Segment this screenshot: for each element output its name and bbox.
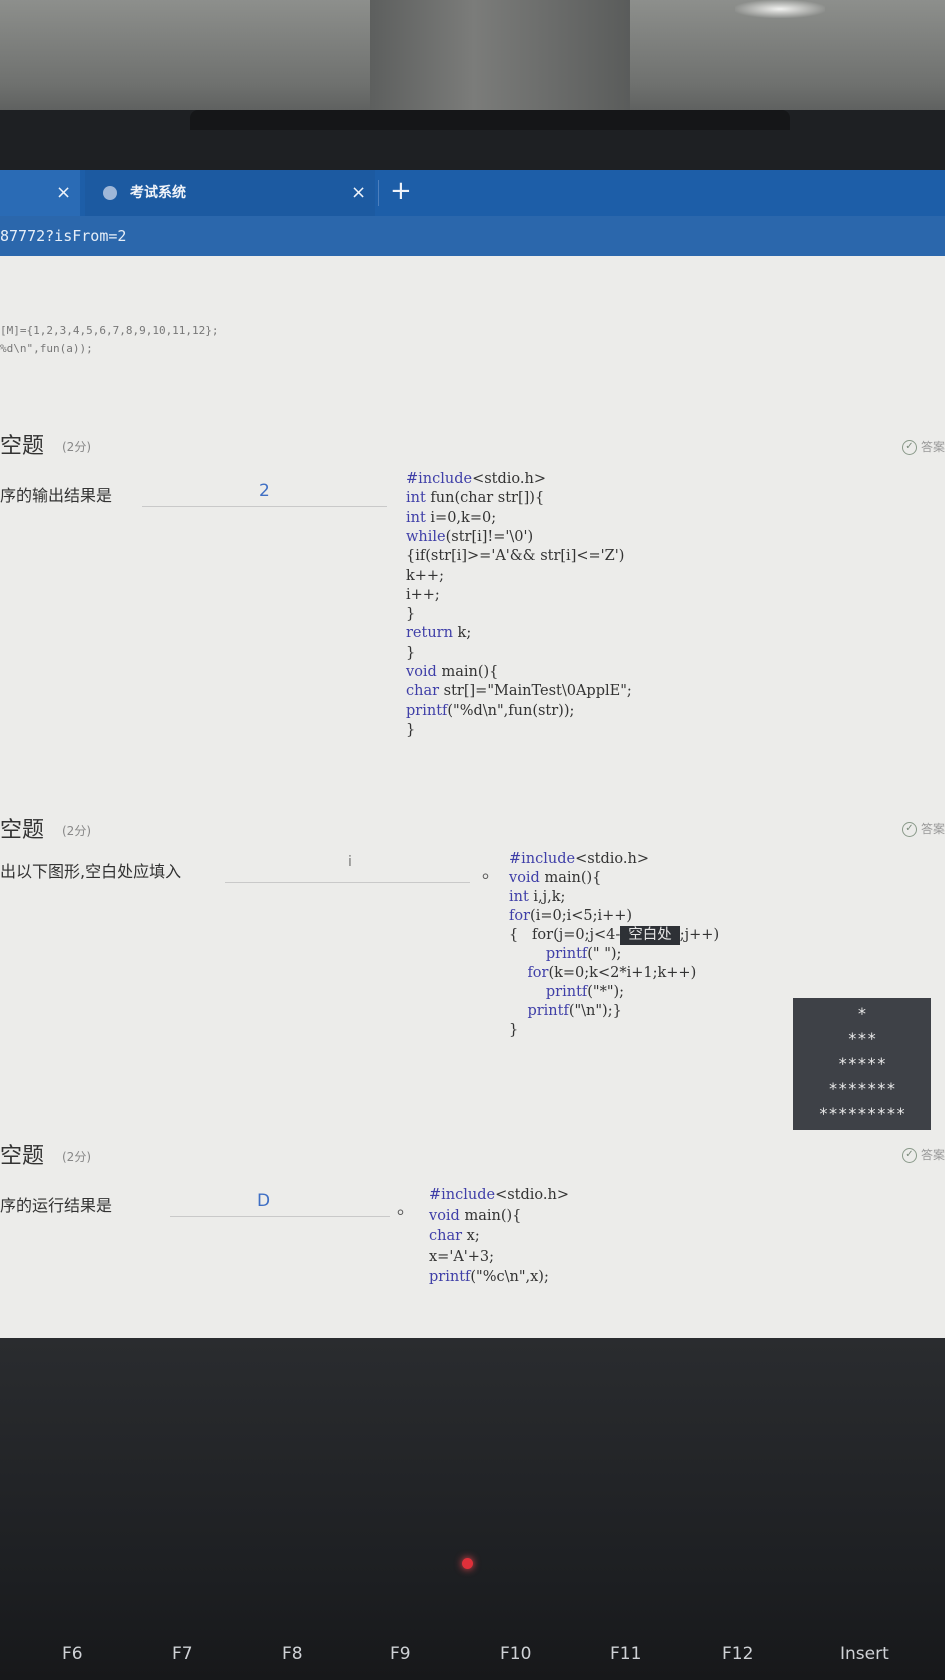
code-line: i++; <box>406 586 440 603</box>
address-bar[interactable]: 87772?isFrom=2 <box>0 216 945 256</box>
code-line: #include<stdio.h> <box>429 1187 570 1203</box>
code-line: return k; <box>406 625 472 642</box>
code-line: for(i=0;i<5;i++) <box>509 908 633 924</box>
key-f6[interactable]: F6 <box>62 1644 83 1664</box>
answer-field[interactable]: i <box>348 854 352 870</box>
code-line: #include<stdio.h> <box>509 851 650 867</box>
code-fragment-line: [M]={1,2,3,4,5,6,7,8,9,10,11,12}; <box>0 324 219 337</box>
background-pillar <box>370 0 630 120</box>
ceiling-light <box>735 0 825 18</box>
star-pattern-image: * *** ***** ******* ********* <box>793 998 931 1130</box>
tab-separator <box>378 180 379 206</box>
star-row: * <box>857 1004 867 1023</box>
camera-led <box>462 1558 473 1569</box>
period-mark: 。 <box>482 862 500 883</box>
check-circle-icon: ✓ <box>901 440 917 455</box>
code-line: char x; <box>429 1228 480 1244</box>
code-line: } <box>406 606 416 623</box>
check-circle-icon: ✓ <box>901 1148 917 1163</box>
code-line: } <box>406 644 416 661</box>
question-score: (2分) <box>62 824 91 838</box>
code-line: printf("*"); <box>545 984 625 1000</box>
new-tab-icon[interactable]: + <box>390 170 412 212</box>
code-line: printf("%c\n",x); <box>429 1269 549 1285</box>
code-line: void main(){ <box>406 664 499 680</box>
code-fragment: ;j++) <box>679 927 720 943</box>
keyboard-area <box>0 1338 945 1680</box>
code-line: char str[]="MainTest\0ApplE"; <box>406 683 632 700</box>
key-f8[interactable]: F8 <box>282 1644 303 1664</box>
code-line: k++; <box>406 567 444 584</box>
answer-toggle[interactable]: ✓ 答案 <box>901 820 945 837</box>
code-line: #include<stdio.h> <box>406 471 547 487</box>
browser-tab-1[interactable]: × <box>0 170 80 216</box>
star-row: ******* <box>828 1079 896 1098</box>
question-score: (2分) <box>62 440 91 454</box>
key-f9[interactable]: F9 <box>390 1644 411 1664</box>
code-line: void main(){ <box>509 870 602 886</box>
answer-toggle[interactable]: ✓ 答案 <box>901 1146 945 1163</box>
code-line: while(str[i]!='\0') <box>406 528 534 545</box>
code-line: printf("\n");} <box>527 1003 622 1019</box>
question-title: 空题 <box>0 434 45 459</box>
code-fragment-line: %d\n",fun(a)); <box>0 342 93 355</box>
code-line: {if(str[i]>='A'&& str[i]<='Z') <box>406 548 625 565</box>
code-line: int i=0,k=0; <box>406 509 497 526</box>
question-title: 空题 <box>0 1144 45 1169</box>
code-line: } <box>509 1022 519 1038</box>
answer-toggle[interactable]: ✓ 答案 <box>901 438 945 455</box>
blank-placeholder: 空白处 <box>620 926 680 945</box>
star-row: ********* <box>818 1104 906 1123</box>
code-line: int i,j,k; <box>509 889 566 905</box>
key-f11[interactable]: F11 <box>610 1644 641 1664</box>
code-line: printf(" "); <box>545 946 622 962</box>
question-text: 序的输出结果是 <box>0 486 113 505</box>
code-line: printf("%d\n",fun(str)); <box>406 702 575 719</box>
code-line: void main(){ <box>429 1207 522 1224</box>
code-line: for(k=0;k<2*i+1;k++) <box>527 965 697 981</box>
close-icon[interactable]: × <box>56 170 71 216</box>
key-f10[interactable]: F10 <box>500 1644 531 1664</box>
star-row: *** <box>847 1029 877 1048</box>
browser-tab-exam[interactable]: 考试系统 × <box>85 170 375 216</box>
close-icon[interactable]: × <box>351 170 366 216</box>
question-score: (2分) <box>62 1150 91 1164</box>
question-text: 序的运行结果是 <box>0 1196 113 1215</box>
key-f7[interactable]: F7 <box>172 1644 193 1664</box>
star-row: ***** <box>837 1054 887 1073</box>
exam-content: [M]={1,2,3,4,5,6,7,8,9,10,11,12}; %d\n",… <box>0 256 945 1338</box>
code-line: } <box>406 721 416 738</box>
answer-underline <box>170 1216 390 1217</box>
code-line: int fun(char str[]){ <box>406 490 545 507</box>
check-circle-icon: ✓ <box>901 822 917 837</box>
tab-title: 考试系统 <box>130 185 186 201</box>
answer-underline <box>142 506 387 507</box>
browser-tab-bar: × 考试系统 × + <box>0 170 945 216</box>
code-line: x='A'+3; <box>429 1248 495 1265</box>
answer-field[interactable]: D <box>257 1191 270 1211</box>
question-title: 空题 <box>0 818 45 843</box>
answer-underline <box>225 882 470 883</box>
address-url[interactable]: 87772?isFrom=2 <box>0 216 126 256</box>
answer-field[interactable]: 2 <box>259 481 270 501</box>
laptop-screen: × 考试系统 × + 87772?isFrom=2 [M]={1,2,3,4,5… <box>0 170 945 1338</box>
key-f12[interactable]: F12 <box>722 1644 753 1664</box>
key-insert[interactable]: Insert <box>840 1644 889 1664</box>
period-mark: 。 <box>397 1198 415 1219</box>
code-line: { for(j=0;j<4- 空白处 ;j++) <box>509 926 720 945</box>
shield-icon <box>103 186 117 200</box>
webcam-housing <box>190 110 790 130</box>
question-text: 出以下图形,空白处应填入 <box>0 862 182 881</box>
